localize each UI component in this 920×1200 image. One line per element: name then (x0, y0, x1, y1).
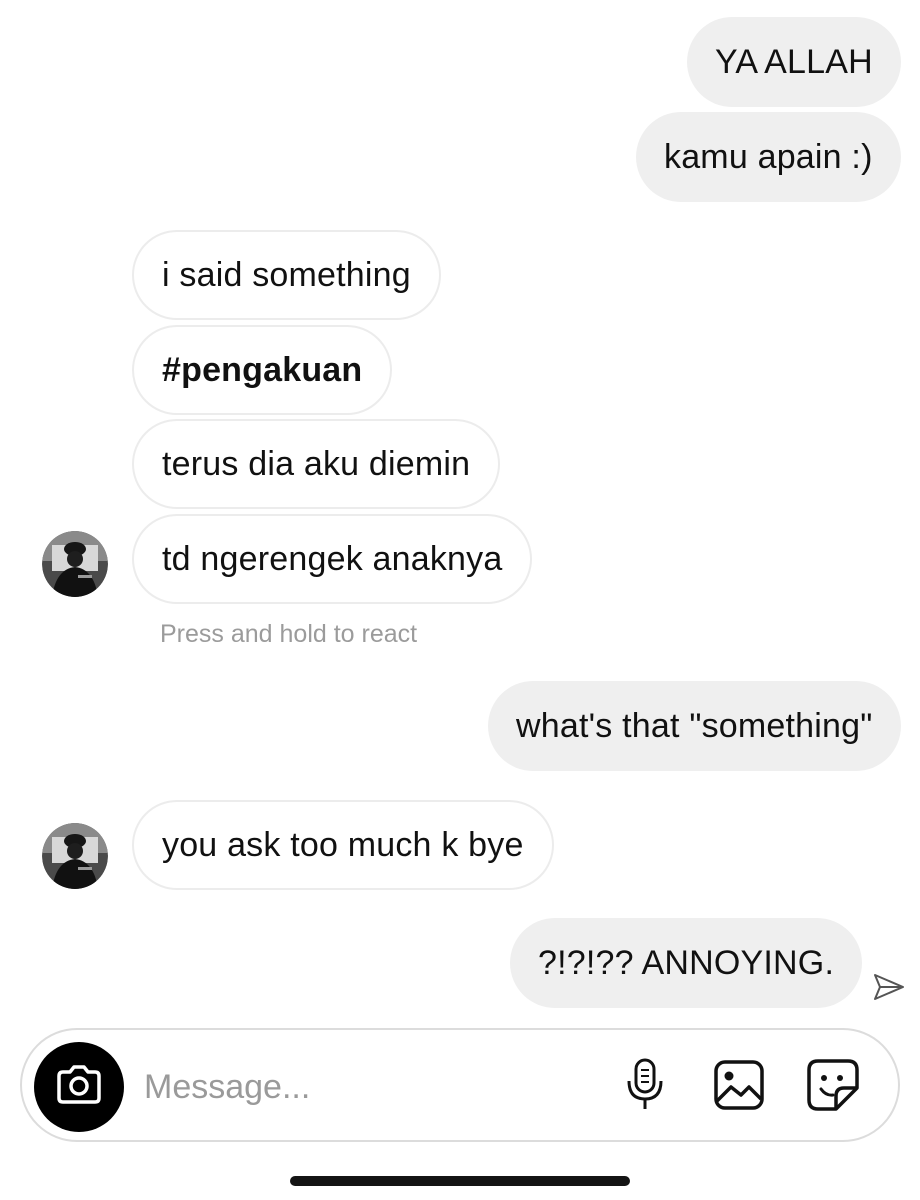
microphone-icon (623, 1057, 667, 1118)
message-bubble-received[interactable]: terus dia aku diemin (132, 419, 501, 509)
message-bubble-received[interactable]: td ngerengek anaknya (132, 514, 533, 604)
hashtag-link[interactable]: #pengakuan (162, 351, 362, 390)
message-text: i said something (162, 255, 411, 294)
message-input[interactable] (142, 1054, 586, 1120)
message-text: you ask too much k bye (162, 825, 524, 864)
gallery-icon (713, 1059, 765, 1116)
message-bubble-sent[interactable]: YA ALLAH (687, 17, 901, 107)
message-text: td ngerengek anaknya (162, 539, 503, 578)
message-composer (20, 1028, 900, 1142)
message-text: ?!?!?? ANNOYING. (538, 943, 835, 982)
message-bubble-received[interactable]: you ask too much k bye (132, 800, 554, 890)
message-bubble-received[interactable]: i said something (132, 230, 441, 320)
camera-button[interactable] (34, 1042, 124, 1132)
avatar[interactable] (42, 531, 108, 597)
home-indicator (290, 1176, 630, 1186)
avatar[interactable] (42, 823, 108, 889)
react-hint: Press and hold to react (160, 620, 418, 648)
message-bubble-received[interactable]: #pengakuan (132, 325, 393, 415)
message-text: what's that "something" (516, 706, 873, 745)
message-text: kamu apain :) (664, 137, 873, 176)
paper-plane-icon (872, 970, 906, 1004)
gallery-button[interactable] (710, 1058, 768, 1116)
message-bubble-sent[interactable]: what's that "something" (488, 681, 901, 771)
sticker-button[interactable] (804, 1058, 862, 1116)
camera-icon (55, 1064, 103, 1111)
sticker-icon (806, 1058, 860, 1117)
message-text: YA ALLAH (715, 42, 873, 81)
message-text: terus dia aku diemin (162, 444, 471, 483)
microphone-button[interactable] (616, 1058, 674, 1116)
message-bubble-sent[interactable]: ?!?!?? ANNOYING. (510, 918, 863, 1008)
message-bubble-sent[interactable]: kamu apain :) (636, 112, 901, 202)
